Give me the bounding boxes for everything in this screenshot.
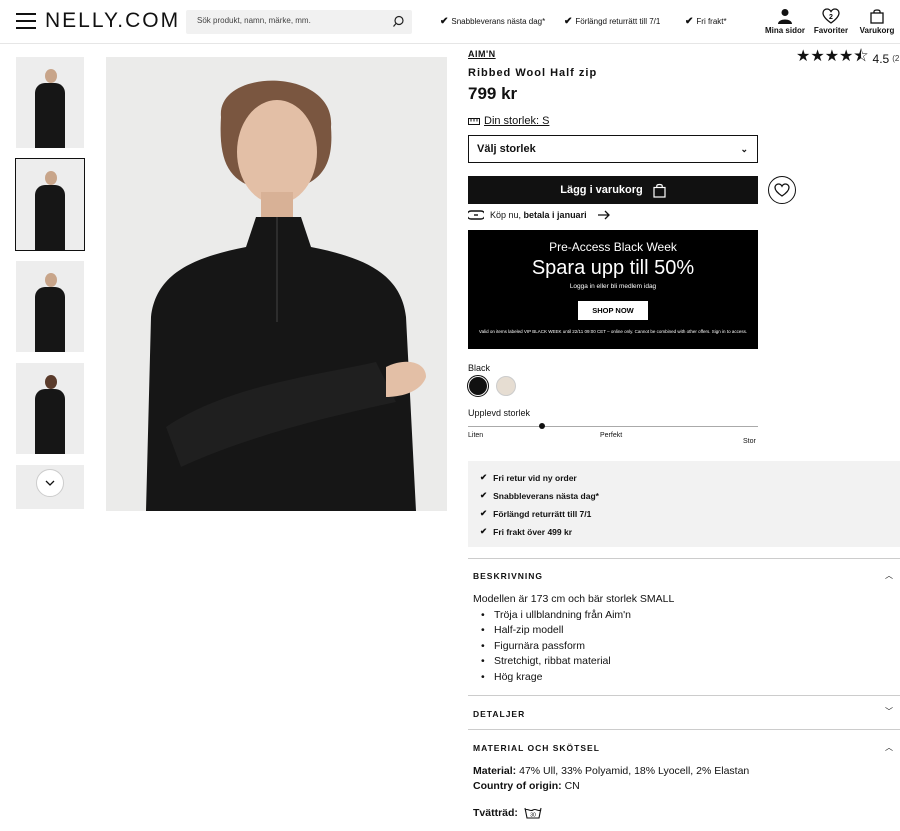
color-label: Black <box>468 363 491 373</box>
fit-scale <box>468 426 758 427</box>
wash-icon: 30 <box>524 807 542 819</box>
brand-link[interactable]: AIM'N <box>468 49 496 59</box>
usp-item: ✔ Fri frakt över 499 kr <box>480 526 573 537</box>
thumbnail-image[interactable] <box>16 465 84 509</box>
header-usp-3: ✔ Fri frakt* <box>685 16 727 27</box>
rating-count: (2 <box>892 54 900 63</box>
klarna-info[interactable]: Köp nu, betala i januari <box>468 210 611 220</box>
chevron-down-icon: ﹀ <box>885 707 893 716</box>
bag-icon <box>870 9 884 24</box>
promo-title: Pre-Access Black Week <box>549 240 677 254</box>
usp-item: ✔ Förlängd returrätt till 7/1 <box>480 508 592 519</box>
search-icon[interactable] <box>392 15 405 28</box>
cart-button[interactable]: Varukorg <box>858 8 896 35</box>
product-main-image[interactable] <box>106 57 447 511</box>
favorites-count: 2 <box>829 14 833 21</box>
model-photo <box>106 57 447 511</box>
favorites-button[interactable]: 2 Favoriter <box>813 8 849 35</box>
favorite-button[interactable] <box>768 176 796 204</box>
scroll-down-button[interactable] <box>36 469 64 497</box>
accordion-material[interactable]: MATERIAL OCH SKÖTSEL ︿ <box>468 729 900 763</box>
ruler-icon <box>468 117 480 125</box>
fit-label: Upplevd storlek <box>468 408 531 418</box>
fit-low: Liten <box>468 432 484 439</box>
chevron-up-icon: ︿ <box>885 571 893 580</box>
check-icon: ✔ <box>480 508 488 518</box>
svg-text:30: 30 <box>530 813 536 819</box>
klarna-icon <box>468 210 484 220</box>
heart-icon: 2 <box>822 8 840 24</box>
description-content: Modellen är 173 cm och bär storlek SMALL… <box>473 592 674 685</box>
color-swatch-beige[interactable] <box>496 376 516 396</box>
thumbnail-image[interactable] <box>16 261 84 352</box>
list-item: Stretchigt, ribbat material <box>494 654 674 670</box>
check-icon: ✔ <box>480 490 488 500</box>
promo-banner: Pre-Access Black Week Spara upp till 50%… <box>468 230 758 349</box>
list-item: Figurnära passform <box>494 639 674 655</box>
add-to-cart-button[interactable]: Lägg i varukorg <box>468 176 758 204</box>
site-header: NELLY.COM Sök produkt, namn, märke, mm. … <box>0 0 900 44</box>
menu-icon[interactable] <box>16 13 36 29</box>
list-item: Tröja i ullblandning från Aim'n <box>494 608 674 624</box>
accordion-details[interactable]: DETALJER ﹀ <box>468 695 900 729</box>
promo-headline: Spara upp till 50% <box>531 257 695 279</box>
thumbnail-image[interactable] <box>16 57 84 148</box>
check-icon: ✔ <box>440 16 449 27</box>
thumbnail-list <box>15 57 85 520</box>
header-usp-1: ✔ Snabbleverans nästa dag* <box>440 16 546 27</box>
arrow-right-icon <box>597 210 610 220</box>
rating-stars: ★★★★⯪ <box>796 48 869 65</box>
wash-row: Tvätträd: 30 <box>473 806 542 819</box>
material-row: Material: 47% Ull, 33% Polyamid, 18% Lyo… <box>473 765 750 777</box>
check-icon: ✔ <box>480 526 488 536</box>
fit-indicator <box>539 423 545 429</box>
my-size-link[interactable]: Din storlek: S <box>468 115 549 127</box>
promo-subtitle: Logga in eller bli medlem idag <box>569 283 657 290</box>
usp-item: ✔ Fri retur vid ny order <box>480 472 577 483</box>
thumbnail-image-selected[interactable] <box>15 158 85 251</box>
check-icon: ✔ <box>564 16 573 27</box>
description-list: Tröja i ullblandning från Aim'n Half-zip… <box>494 608 674 686</box>
chevron-up-icon: ︿ <box>885 743 893 752</box>
accordion-description[interactable]: BESKRIVNING ︿ <box>468 558 900 592</box>
user-icon <box>778 9 792 24</box>
search-input[interactable]: Sök produkt, namn, märke, mm. <box>186 10 412 34</box>
fit-mid: Perfekt <box>600 432 623 439</box>
thumbnail-image[interactable] <box>16 363 84 454</box>
list-item: Half-zip modell <box>494 623 674 639</box>
fit-high: Stor <box>743 438 756 445</box>
product-name: Ribbed Wool Half zip <box>468 67 598 79</box>
chevron-down-icon: ⌄ <box>740 144 748 154</box>
header-usp-2: ✔ Förlängd returrätt till 7/1 <box>564 16 661 27</box>
usp-box: ✔ Fri retur vid ny order ✔ Snabbleverans n… <box>468 461 900 547</box>
promo-fine-print: Valid on items labeled VIP BLACK WEEK un… <box>478 329 748 334</box>
shop-now-button[interactable]: SHOP NOW <box>578 301 648 320</box>
heart-icon <box>774 183 790 197</box>
rating-value: 4.5 <box>872 51 890 66</box>
site-logo[interactable]: NELLY.COM <box>45 9 180 33</box>
list-item: Hög krage <box>494 670 674 686</box>
usp-item: ✔ Snabbleverans nästa dag* <box>480 490 599 501</box>
size-select[interactable]: Välj storlek ⌄ <box>468 135 758 163</box>
check-icon: ✔ <box>685 16 694 27</box>
product-rating[interactable]: ★★★★⯪ 4.5 (2 <box>796 45 899 72</box>
origin-row: Country of origin: CN <box>473 780 580 792</box>
color-swatch-black[interactable] <box>467 375 489 397</box>
product-price: 799 kr <box>468 84 518 103</box>
account-button[interactable]: Mina sidor <box>764 8 806 35</box>
bag-icon <box>653 183 666 198</box>
search-placeholder: Sök produkt, namn, märke, mm. <box>197 16 311 25</box>
chevron-down-icon <box>45 480 55 486</box>
check-icon: ✔ <box>480 472 488 482</box>
